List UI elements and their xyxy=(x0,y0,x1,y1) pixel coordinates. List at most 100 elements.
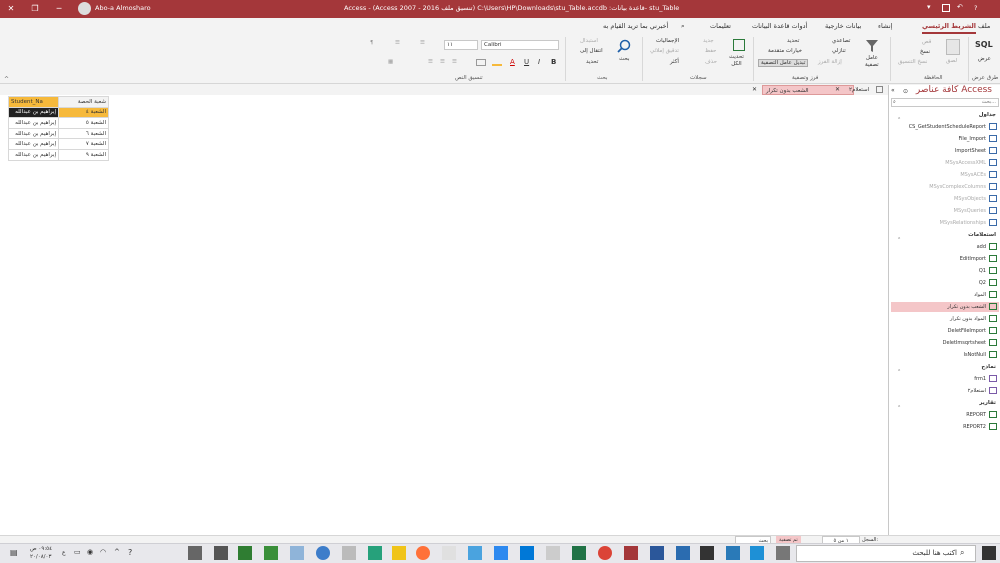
table-cell[interactable]: الشعبة ٦ xyxy=(58,127,109,140)
qat-dropdown-icon[interactable]: ▾ xyxy=(927,3,931,11)
nav-item-reports[interactable]: REPORT xyxy=(966,412,986,418)
column-header-section[interactable]: شعبة الحصة xyxy=(58,96,109,108)
table-cell[interactable]: الشعبة ٩ xyxy=(58,148,109,161)
taskbar-app-icon[interactable] xyxy=(342,546,356,560)
table-cell[interactable]: إبراهيم بن عبدالله xyxy=(8,127,59,140)
find-button[interactable]: بحث xyxy=(619,56,629,62)
taskbar-app-icon[interactable] xyxy=(264,546,278,560)
chevron-up-icon[interactable]: ⌃ xyxy=(897,117,901,123)
nav-item-queries[interactable]: IsNotNull xyxy=(963,352,986,358)
chrome-icon[interactable] xyxy=(598,546,612,560)
find-icon[interactable] xyxy=(617,39,631,53)
taskbar-app-icon[interactable] xyxy=(546,546,560,560)
table-cell[interactable]: الشعبة ٥ xyxy=(58,117,109,129)
tab-help[interactable]: تعليمات xyxy=(710,22,731,30)
view-button[interactable]: عرض xyxy=(978,56,991,62)
refresh-all-button[interactable]: تحديث الكل xyxy=(729,54,744,68)
nav-item-tables[interactable]: File_Import xyxy=(959,136,986,142)
taskbar-app-icon[interactable] xyxy=(188,546,202,560)
gridlines-icon[interactable]: ▦ xyxy=(388,59,393,65)
table-row[interactable]: إبراهيم بن عبدالله الشعبة ٤ xyxy=(8,106,109,119)
filter-button[interactable]: عامل تصفية xyxy=(865,55,879,69)
tab-document-query-1[interactable]: الشعب بدون تكرار xyxy=(762,85,854,95)
nav-item-queries[interactable]: المواد xyxy=(974,292,986,298)
toggle-filter-button[interactable]: تبديل عامل التصفية xyxy=(758,59,809,67)
totals-button[interactable]: الإجماليات xyxy=(656,38,679,44)
word-icon[interactable] xyxy=(650,546,664,560)
delete-record-button[interactable]: حذف xyxy=(705,59,717,65)
edge-icon[interactable] xyxy=(750,546,764,560)
tab-file[interactable]: ملف xyxy=(978,22,990,30)
remove-sort-button[interactable]: إزالة الفرز xyxy=(818,59,842,65)
underline-button[interactable]: U xyxy=(524,58,529,66)
close-window-button[interactable]: ✕ xyxy=(0,0,22,18)
tab-create[interactable]: إنشاء xyxy=(878,22,892,30)
nav-item-tables[interactable]: MSysACEs xyxy=(960,172,986,178)
nav-item-tables[interactable]: MSysQueries xyxy=(954,208,986,214)
nav-item-tables[interactable]: ImportSheet xyxy=(955,148,986,154)
clock-date[interactable]: ٢٠/٠٨/٠٣ xyxy=(30,554,51,560)
clock-time[interactable]: ٠٩:٥٤ ص xyxy=(30,546,52,552)
nav-item-tables[interactable]: MSysComplexColumns xyxy=(929,184,986,190)
align-right-icon[interactable]: ☰ xyxy=(452,59,457,65)
nav-item-queries[interactable]: DeletFileImport xyxy=(948,328,986,334)
advanced-filter-button[interactable]: خيارات متقدمة xyxy=(768,48,802,54)
nav-item-forms[interactable]: frm1 xyxy=(974,376,986,382)
save-icon[interactable] xyxy=(942,4,950,12)
table-row[interactable]: إبراهيم بن عبدالله الشعبة ٩ xyxy=(8,148,109,161)
taskbar-search-input[interactable]: اكتب هنا للبحث xyxy=(796,545,976,562)
dropbox-icon[interactable] xyxy=(676,546,690,560)
nav-item-tables[interactable]: MSysAccessXML xyxy=(945,160,986,166)
taskbar-app-icon[interactable] xyxy=(238,546,252,560)
format-painter-button[interactable]: نسخ التنسيق xyxy=(898,59,927,65)
nav-item-reports[interactable]: REPORT2 xyxy=(963,424,986,430)
notifications-icon[interactable]: ▤ xyxy=(10,548,18,557)
taskbar-app-icon[interactable] xyxy=(442,546,456,560)
taskbar-app-icon[interactable] xyxy=(290,546,304,560)
sort-descending-button[interactable]: تنازلي xyxy=(832,48,846,54)
taskbar-app-icon[interactable] xyxy=(726,546,740,560)
tab-external-data[interactable]: بيانات خارجية xyxy=(825,22,861,30)
nav-item-tables[interactable]: MSysRelationships xyxy=(940,220,986,226)
paste-icon[interactable] xyxy=(946,39,960,55)
nav-search-input[interactable]: بحث... xyxy=(891,98,999,107)
cut-button[interactable]: قص xyxy=(922,39,931,45)
highlight-color-icon[interactable] xyxy=(492,59,502,66)
font-name-select[interactable]: Calibri xyxy=(481,40,559,50)
help-icon[interactable]: ? xyxy=(974,4,977,12)
table-row[interactable]: إبراهيم بن عبدالله الشعبة ٧ xyxy=(8,138,109,150)
bold-button[interactable]: B xyxy=(551,58,556,66)
tab-home[interactable]: الشريط الرئيسي xyxy=(922,22,976,34)
chevron-up-icon[interactable]: ⌃ xyxy=(897,405,901,411)
taskbar-app-icon[interactable] xyxy=(368,546,382,560)
nav-item-queries[interactable]: الشعب بدون تكرار xyxy=(947,304,986,310)
save-record-button[interactable]: حفظ xyxy=(705,48,716,54)
goto-button[interactable]: انتقال إلى xyxy=(580,48,603,54)
nav-item-queries[interactable]: Q1 xyxy=(979,268,986,274)
font-color-icon[interactable]: A xyxy=(510,58,515,66)
wifi-icon[interactable]: ◠ xyxy=(100,548,106,556)
taskbar-app-icon[interactable] xyxy=(316,546,330,560)
firefox-icon[interactable] xyxy=(416,546,430,560)
column-header-student-name[interactable]: Student_Na xyxy=(8,96,59,108)
store-icon[interactable] xyxy=(700,546,714,560)
volume-icon[interactable]: ◉ xyxy=(87,548,93,556)
nav-item-queries[interactable]: DeletImsqrtsheet xyxy=(943,340,986,346)
avatar[interactable] xyxy=(78,2,91,15)
taskbar-app-icon[interactable] xyxy=(214,546,228,560)
sort-ascending-button[interactable]: تصاعدي xyxy=(832,38,850,44)
selection-button[interactable]: تحديد xyxy=(787,38,799,44)
close-tab-icon[interactable]: ✕ xyxy=(752,86,757,93)
close-tab-icon[interactable]: ✕ xyxy=(835,86,840,93)
nav-item-queries[interactable]: EditImport xyxy=(960,256,986,262)
undo-icon[interactable]: ↶ xyxy=(957,3,963,11)
mail-icon[interactable] xyxy=(520,546,534,560)
nav-menu-icon[interactable]: ⊙ xyxy=(903,88,908,95)
background-color-icon[interactable] xyxy=(476,59,486,66)
nav-section-forms[interactable]: نماذج xyxy=(981,364,996,370)
chevron-up-icon[interactable]: ⌃ xyxy=(897,369,901,375)
battery-icon[interactable]: ▭ xyxy=(74,548,81,556)
italic-button[interactable]: I xyxy=(538,58,540,66)
select-button[interactable]: تحديد xyxy=(586,59,598,65)
taskbar-app-icon[interactable] xyxy=(494,546,508,560)
